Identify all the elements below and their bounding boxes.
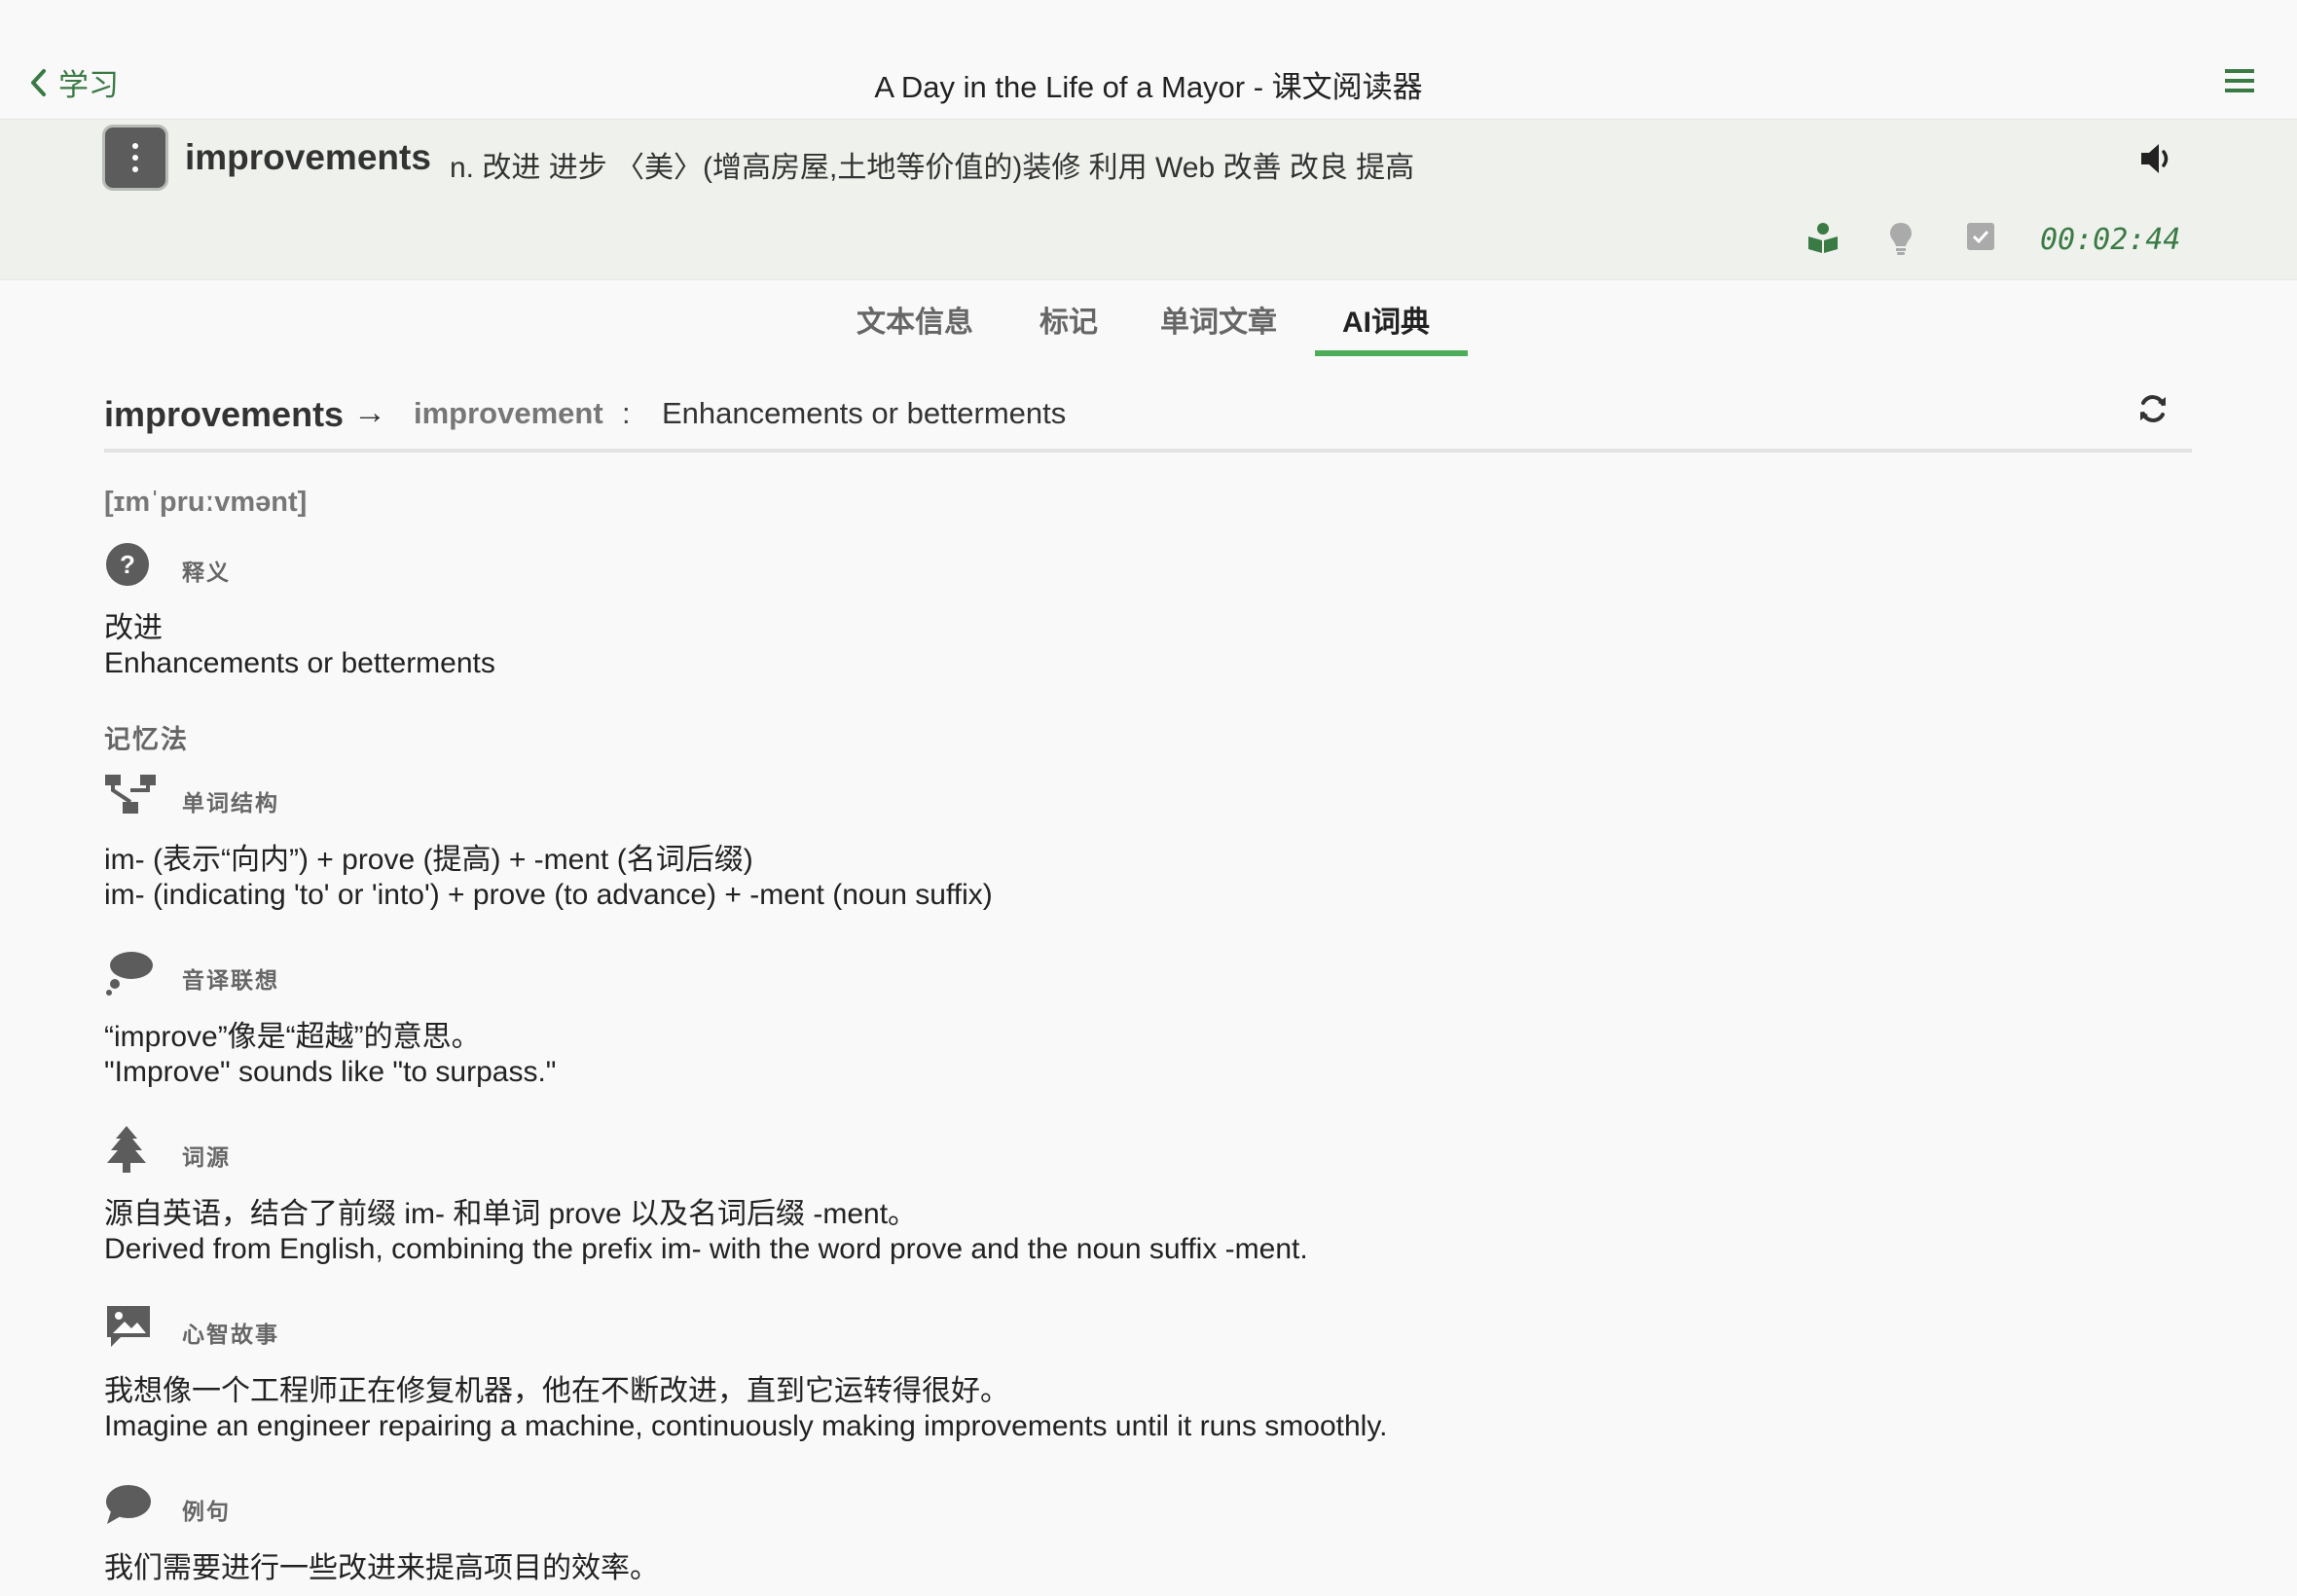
- timer: 00:02:44: [2040, 223, 2181, 257]
- tools-bar: 00:02:44: [0, 200, 2297, 280]
- entry-arrow: →: [353, 394, 386, 431]
- tab-marks[interactable]: 标记: [1039, 298, 1098, 341]
- image-comment-icon: [107, 1306, 150, 1347]
- question-circle-icon: ?: [106, 543, 149, 586]
- hamburger-menu-icon[interactable]: [2225, 68, 2254, 93]
- phonetic: [ɪmˈpruːvmənt]: [104, 487, 308, 518]
- sound-label: 音译联想: [182, 967, 279, 993]
- tab-bar: 文本信息 标记 单词文章 AI词典: [0, 280, 2297, 360]
- tab-text-info[interactable]: 文本信息: [857, 298, 973, 341]
- entry-lemma: improvement: [414, 396, 603, 430]
- example-label: 例句: [182, 1499, 231, 1524]
- lightbulb-icon[interactable]: [1888, 221, 1914, 256]
- sound-en: "Improve" sounds like "to surpass.": [104, 1056, 557, 1088]
- top-navigation-bar: 学习 A Day in the Life of a Mayor - 课文阅读器: [0, 0, 2297, 119]
- svg-text:?: ?: [120, 550, 135, 579]
- page-title: A Day in the Life of a Mayor - 课文阅读器: [874, 70, 1423, 104]
- entry-word: improvements: [104, 394, 345, 434]
- structure-zh: im- (表示“向内”) + prove (提高) + -ment (名词后缀): [104, 844, 753, 876]
- entry-colon: :: [622, 396, 631, 430]
- tab-ai-dictionary[interactable]: AI词典: [1342, 298, 1430, 341]
- story-en: Imagine an engineer repairing a machine,…: [104, 1410, 1388, 1442]
- etymology-label: 词源: [182, 1144, 231, 1170]
- word-definitions: n. 改进 进步 〈美〉(增高房屋,土地等价值的)装修 利用 Web 改善 改良…: [450, 152, 1415, 184]
- example-zh: 我们需要进行一些改进来提高项目的效率。: [104, 1552, 659, 1584]
- kebab-menu-icon[interactable]: [105, 127, 165, 188]
- entry-header: improvements → improvement : Enhancement…: [104, 384, 2192, 453]
- checkbox-icon[interactable]: [1965, 221, 1996, 252]
- structure-label: 单词结构: [182, 790, 279, 816]
- headword: improvements: [185, 137, 431, 177]
- speaker-icon[interactable]: [2137, 141, 2176, 176]
- speech-bubble-icon: [106, 1485, 151, 1524]
- definition-en: Enhancements or betterments: [104, 647, 495, 679]
- definition-label: 释义: [182, 560, 231, 585]
- word-header-bar: improvements n. 改进 进步 〈美〉(增高房屋,土地等价值的)装修…: [0, 119, 2297, 200]
- etymology-en: Derived from English, combining the pref…: [104, 1233, 1308, 1265]
- mnemonics-title: 记忆法: [104, 725, 189, 754]
- sound-zh: “improve”像是“超越”的意思。: [104, 1021, 481, 1053]
- tree-icon: [107, 1126, 146, 1173]
- book-reader-icon[interactable]: [1806, 221, 1840, 254]
- active-tab-indicator: [1315, 350, 1468, 356]
- thought-cloud-icon: [106, 952, 153, 996]
- refresh-icon[interactable]: [2136, 392, 2169, 425]
- sitemap-icon: [105, 775, 156, 814]
- story-zh: 我想像一个工程师正在修复机器，他在不断改进，直到它运转得很好。: [104, 1375, 1009, 1407]
- entry-gloss: Enhancements or betterments: [662, 396, 1067, 430]
- etymology-zh: 源自英语，结合了前缀 im- 和单词 prove 以及名词后缀 -ment。: [104, 1198, 918, 1230]
- definition-zh: 改进: [104, 612, 163, 644]
- structure-en: im- (indicating 'to' or 'into') + prove …: [104, 879, 993, 911]
- tab-word-articles[interactable]: 单词文章: [1160, 298, 1277, 341]
- story-label: 心智故事: [182, 1322, 279, 1347]
